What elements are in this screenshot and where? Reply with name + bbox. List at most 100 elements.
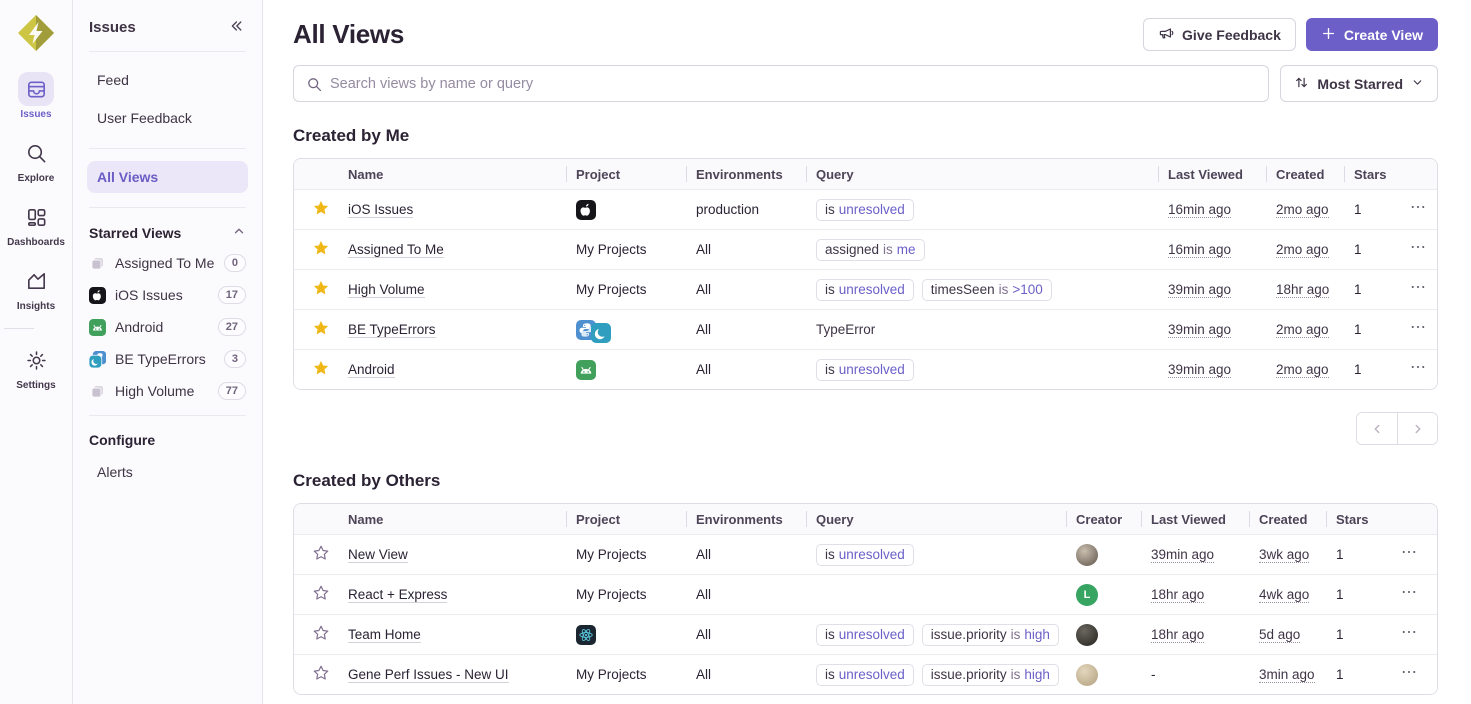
query-key: is <box>825 627 835 642</box>
query-cell: isunresolvedtimesSeenis>100 <box>806 279 1158 301</box>
rail-item-insights[interactable]: Insights <box>4 264 68 312</box>
star-toggle-button[interactable] <box>312 544 330 565</box>
rail-item-explore[interactable]: Explore <box>4 136 68 184</box>
query-op: is <box>999 282 1009 297</box>
row-overflow-menu-button[interactable] <box>1405 198 1431 221</box>
sidebar-item-all-views[interactable]: All Views <box>87 161 248 193</box>
last-viewed-value: 39min ago <box>1168 282 1231 298</box>
query-cell: isunresolvedissue.priorityishigh <box>806 664 1066 686</box>
star-toggle-button[interactable] <box>312 664 330 685</box>
star-toggle-button[interactable] <box>312 319 330 340</box>
environments-cell: All <box>686 362 806 377</box>
stars-cell: 1 <box>1326 627 1380 642</box>
created-value: 3min ago <box>1259 667 1315 683</box>
project-label: My Projects <box>576 667 647 682</box>
query-tokens: isunresolvedissue.priorityishigh <box>816 664 1059 686</box>
row-overflow-menu-button[interactable] <box>1405 278 1431 301</box>
star-toggle-button[interactable] <box>312 239 330 260</box>
star-toggle-button[interactable] <box>312 199 330 220</box>
view-name-link[interactable]: New View <box>348 547 408 563</box>
previous-page-button[interactable] <box>1357 413 1397 444</box>
view-name-link[interactable]: iOS Issues <box>348 202 413 218</box>
starred-views-section-header[interactable]: Starred Views <box>87 208 248 247</box>
starred-view-ios-issues[interactable]: iOS Issues17 <box>87 279 248 311</box>
rail-item-settings[interactable]: Settings <box>4 343 68 391</box>
row-overflow-menu-button[interactable] <box>1405 358 1431 381</box>
next-page-button[interactable] <box>1397 413 1437 444</box>
row-overflow-menu-button[interactable] <box>1396 543 1422 566</box>
main-content: All Views Give Feedback Create View <box>263 0 1471 704</box>
sort-dropdown[interactable]: Most Starred <box>1280 65 1438 102</box>
query-op: is <box>1011 667 1021 682</box>
environments-cell: All <box>686 627 806 642</box>
rail-item-dashboards[interactable]: Dashboards <box>4 200 68 248</box>
issue-count-badge: 0 <box>224 254 246 272</box>
view-name-link[interactable]: Android <box>348 362 395 378</box>
query-token-pill: isunresolved <box>816 664 914 686</box>
view-name-link[interactable]: Assigned To Me <box>348 242 444 258</box>
column-header-environments: Environments <box>686 512 806 527</box>
create-view-label: Create View <box>1344 27 1423 43</box>
starred-view-assigned-to-me[interactable]: Assigned To Me0 <box>87 247 248 279</box>
project-icons <box>576 200 596 220</box>
last-viewed-value: 39min ago <box>1168 362 1231 378</box>
create-view-button[interactable]: Create View <box>1306 18 1438 51</box>
plus-icon <box>1321 26 1336 44</box>
query-val: me <box>897 242 916 257</box>
row-overflow-menu-button[interactable] <box>1396 663 1422 686</box>
row-overflow-menu-button[interactable] <box>1405 318 1431 341</box>
app-root: IssuesExploreDashboardsInsightsSettings … <box>0 0 1471 704</box>
rail-item-issues[interactable]: Issues <box>4 72 68 120</box>
actions-cell <box>1398 238 1437 261</box>
row-overflow-menu-button[interactable] <box>1396 583 1422 606</box>
query-val: unresolved <box>839 362 905 377</box>
view-name-link[interactable]: Gene Perf Issues - New UI <box>348 667 509 683</box>
environment-label: All <box>696 627 711 642</box>
stacked-projects-icon <box>89 383 106 400</box>
star-toggle-button[interactable] <box>312 279 330 300</box>
sidebar-item-feed[interactable]: Feed <box>87 64 248 96</box>
stacked-projects-icon <box>89 255 106 272</box>
star-toggle-button[interactable] <box>312 584 330 605</box>
stars-cell: 1 <box>1344 282 1398 297</box>
actions-cell <box>1380 623 1437 646</box>
row-overflow-menu-button[interactable] <box>1396 623 1422 646</box>
environment-label: All <box>696 362 711 377</box>
sentry-logo-icon[interactable] <box>15 12 57 54</box>
name-cell: Gene Perf Issues - New UI <box>348 667 566 683</box>
search-input[interactable] <box>330 76 1256 92</box>
view-name-link[interactable]: Team Home <box>348 627 421 643</box>
star-toggle-button[interactable] <box>312 624 330 645</box>
view-name-link[interactable]: High Volume <box>348 282 425 298</box>
sidebar-item-user-feedback[interactable]: User Feedback <box>87 102 248 134</box>
star-toggle-button[interactable] <box>312 359 330 380</box>
column-header-created: Created <box>1249 512 1326 527</box>
actions-cell <box>1398 318 1437 341</box>
starred-view-high-volume[interactable]: High Volume77 <box>87 375 248 407</box>
stars-count: 1 <box>1354 202 1362 217</box>
sidebar-item-alerts[interactable]: Alerts <box>87 456 248 488</box>
chevrons-left-icon[interactable] <box>226 16 246 39</box>
starred-view-label: Android <box>115 319 209 335</box>
last-viewed-cell: 16min ago <box>1158 242 1266 258</box>
table-row: High Volume My Projects All isunresolvedtim… <box>294 269 1437 309</box>
view-name-link[interactable]: React + Express <box>348 587 447 603</box>
starred-view-be-typeerrors[interactable]: BE TypeErrors3 <box>87 343 248 375</box>
all-views-label: All Views <box>97 169 158 185</box>
creator-avatar <box>1076 624 1098 646</box>
view-name-link[interactable]: BE TypeErrors <box>348 322 436 338</box>
query-token-pill: issue.priorityishigh <box>922 624 1059 646</box>
environment-label: All <box>696 282 711 297</box>
actions-cell <box>1380 583 1437 606</box>
starred-view-android[interactable]: Android27 <box>87 311 248 343</box>
query-key: is <box>825 667 835 682</box>
row-overflow-menu-button[interactable] <box>1405 238 1431 261</box>
creator-cell <box>1066 664 1141 686</box>
query-token-pill: isunresolved <box>816 199 914 221</box>
star-cell <box>294 359 348 380</box>
column-header-created: Created <box>1266 167 1344 182</box>
give-feedback-button[interactable]: Give Feedback <box>1143 18 1296 51</box>
project-label: My Projects <box>576 282 647 297</box>
react-icon <box>576 625 596 645</box>
ellipsis-icon <box>1409 203 1427 220</box>
